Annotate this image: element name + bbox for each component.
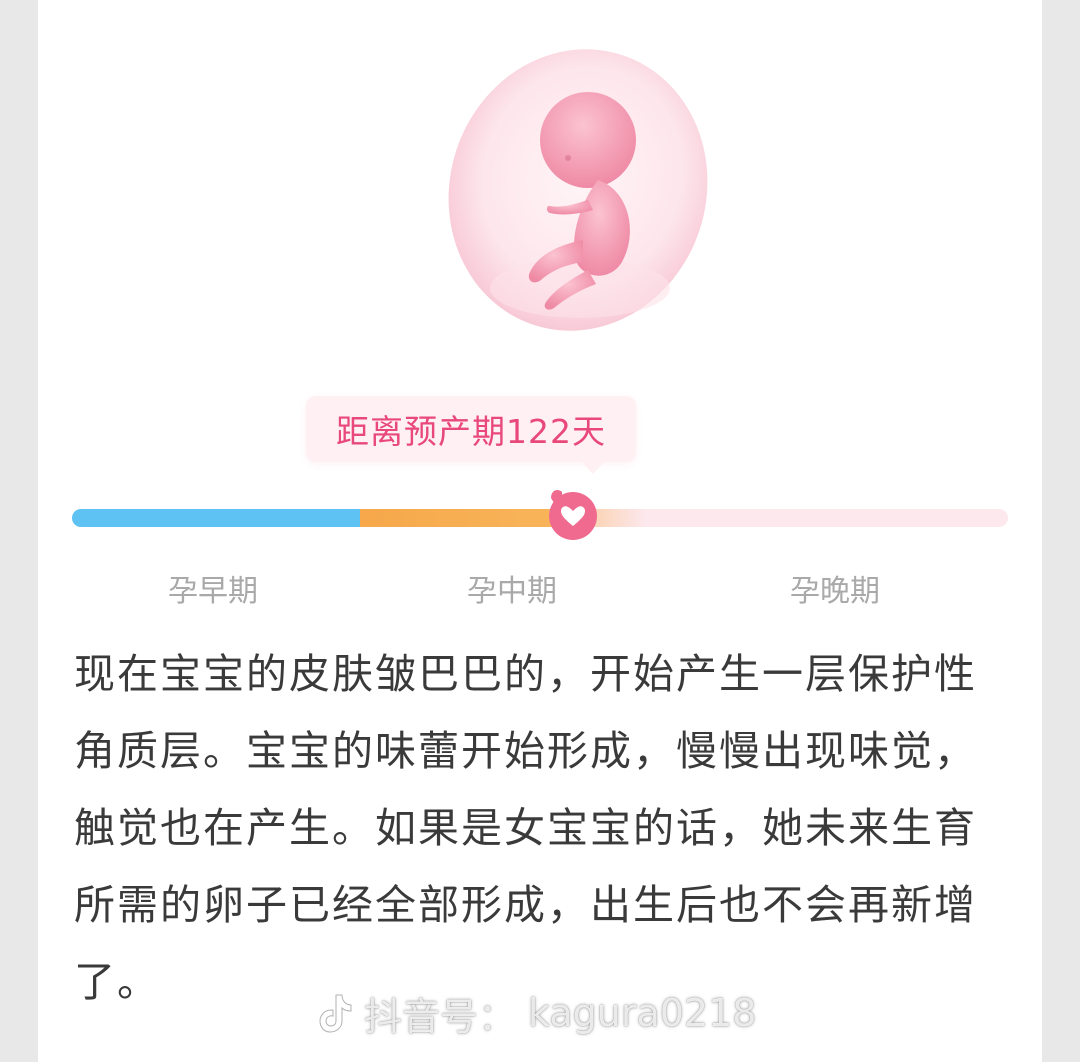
progress-segment-early bbox=[72, 509, 360, 527]
stage-label-early: 孕早期 bbox=[168, 574, 258, 609]
watermark: 抖音号： kagura0218 bbox=[318, 988, 757, 1039]
stage-label-late: 孕晚期 bbox=[790, 574, 880, 609]
stage-label-mid: 孕中期 bbox=[467, 574, 557, 609]
fetus-illustration bbox=[448, 49, 708, 331]
watermark-platform: 抖音号： bbox=[364, 994, 517, 1039]
pregnancy-progress-track bbox=[72, 509, 1008, 527]
douyin-logo-icon bbox=[319, 994, 352, 1033]
countdown-text: 距离预产期122天 bbox=[336, 412, 606, 451]
watermark-account: kagura0218 bbox=[528, 991, 757, 1035]
progress-segment-mid bbox=[360, 509, 556, 527]
development-description: 现在宝宝的皮肤皱巴巴的，开始产生一层保护性角质层。宝宝的味蕾开始形成，慢慢出现味… bbox=[74, 650, 977, 1006]
progress-marker-heart-icon bbox=[549, 490, 597, 540]
due-date-countdown-tooltip: 距离预产期122天 bbox=[306, 396, 636, 474]
